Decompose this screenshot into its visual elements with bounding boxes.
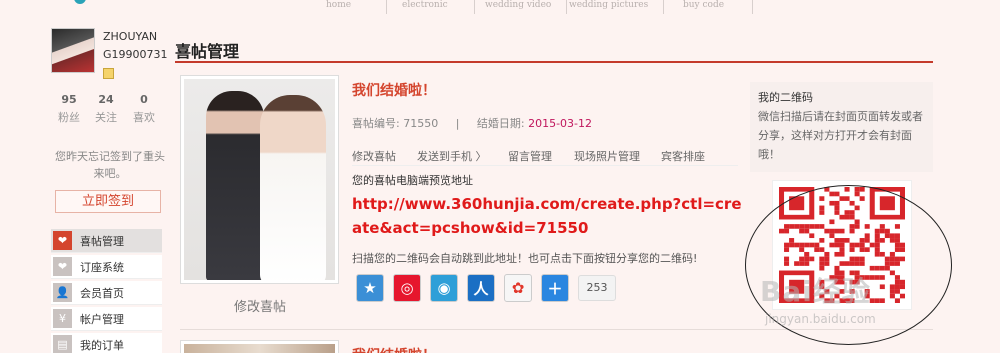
user-icon: 👤 xyxy=(53,283,72,302)
stat-following-label: 关注 xyxy=(95,111,117,124)
stat-fans-label: 粉丝 xyxy=(58,111,80,124)
checkin-button[interactable]: 立即签到 xyxy=(55,190,161,213)
username: ZHOUYAN G19900731 xyxy=(103,28,168,64)
nav-wedding-pictures[interactable]: wedding pictures xyxy=(569,0,648,10)
vip-badge-icon xyxy=(103,68,114,79)
site-logo[interactable] xyxy=(74,0,86,4)
sidebar-item-invitations[interactable]: ❤ 喜帖管理 xyxy=(51,229,162,253)
wedding-date-label: 结婚日期: xyxy=(476,117,529,130)
invitation-title[interactable]: 我们结婚啦！ xyxy=(352,80,436,100)
more-share-icon[interactable]: ＋ xyxy=(541,274,569,302)
action-edit-invitation[interactable]: 修改喜帖 xyxy=(352,148,396,164)
qr-title: 我的二维码 xyxy=(758,91,813,104)
preview-url-link[interactable]: http://www.360hunjia.com/create.php?ctl=… xyxy=(352,192,742,240)
action-message-manage[interactable]: 留言管理 xyxy=(508,148,552,164)
heart-icon: ❤ xyxy=(53,257,72,276)
sidebar-item-label: 订座系统 xyxy=(80,260,124,274)
username-line2: G19900731 xyxy=(103,48,168,61)
yen-icon: ¥ xyxy=(53,309,72,328)
sidebar-item-account[interactable]: ¥ 帐户管理 xyxy=(51,307,162,331)
action-send-to-phone[interactable]: 发送到手机 〉 xyxy=(417,148,487,164)
nav-electronic[interactable]: electronic xyxy=(402,0,448,10)
stat-likes-count: 0 xyxy=(140,93,148,106)
invitation-thumbnail[interactable] xyxy=(180,75,339,284)
next-wedding-photo xyxy=(184,344,335,353)
nav-divider xyxy=(566,0,567,14)
nav-divider xyxy=(474,0,475,14)
share-row: ★ ◎ ◉ 人 ✿ ＋ 253 xyxy=(356,273,616,303)
sidebar-item-label: 我的订单 xyxy=(80,338,124,352)
nav-wedding-video[interactable]: wedding video xyxy=(485,0,551,10)
qr-panel: 我的二维码 微信扫描后请在封面页面转发或者分享，这样对方打开才会有封面哦！ xyxy=(750,82,933,172)
sidebar-item-member-home[interactable]: 👤 会员首页 xyxy=(51,281,162,305)
douban-share-icon[interactable]: ✿ xyxy=(504,274,532,302)
wedding-photo xyxy=(184,79,335,280)
sidebar-item-orders[interactable]: ▤ 我的订单 xyxy=(51,333,162,353)
nav-divider xyxy=(386,0,387,14)
invitation-id: 喜帖编号: 71550 xyxy=(352,117,439,130)
edit-invitation-link[interactable]: 修改喜帖 xyxy=(180,296,340,315)
stat-fans-count: 95 xyxy=(61,93,77,106)
bride-figure xyxy=(260,95,326,280)
sidebar-item-label: 喜帖管理 xyxy=(80,234,124,248)
side-menu: ❤ 喜帖管理 ❤ 订座系统 👤 会员首页 ¥ 帐户管理 ▤ 我的订单 xyxy=(51,229,162,353)
qr-hint: 扫描您的二维码会自动跳到此地址！也可点击下面按钮分享您的二维码! xyxy=(352,252,698,265)
preview-label: 您的喜帖电脑端预览地址 xyxy=(352,174,473,187)
sidebar-item-seating[interactable]: ❤ 订座系统 xyxy=(51,255,162,279)
document-icon: ▤ xyxy=(53,335,72,353)
nav-divider xyxy=(752,0,753,14)
post-divider xyxy=(180,329,933,330)
sidebar-item-label: 会员首页 xyxy=(80,286,124,300)
heart-icon: ❤ xyxy=(53,231,72,250)
wedding-date: 2015-03-12 xyxy=(528,117,593,130)
action-guest-seating[interactable]: 宾客排座 xyxy=(661,148,705,164)
watermark: Bai经验 xyxy=(760,275,871,308)
checkin-note: 您昨天忘记签到了重头来吧。 xyxy=(55,150,165,180)
username-line1: ZHOUYAN xyxy=(103,30,158,43)
stat-likes-label: 喜欢 xyxy=(133,111,155,124)
stat-following-count: 24 xyxy=(98,93,114,106)
share-count: 253 xyxy=(578,275,616,301)
nav-divider xyxy=(663,0,664,14)
stat-following[interactable]: 24 关注 xyxy=(88,93,124,125)
next-invitation-title[interactable]: 我们结婚啦！ xyxy=(352,345,436,353)
groom-figure xyxy=(206,91,264,280)
watermark-url: jingyan.baidu.com xyxy=(765,312,876,326)
meta-divider: | xyxy=(455,117,460,130)
stat-likes[interactable]: 0 喜欢 xyxy=(126,93,162,125)
next-invitation-thumbnail[interactable] xyxy=(180,340,339,353)
top-nav: home electronic wedding video wedding pi… xyxy=(0,0,1000,14)
action-photo-manage[interactable]: 现场照片管理 xyxy=(574,148,640,164)
title-divider xyxy=(175,61,933,63)
invitation-meta: 喜帖编号: 71550 | 结婚日期: 2015-03-12 xyxy=(352,115,592,131)
sidebar-item-label: 帐户管理 xyxy=(80,312,124,326)
weibo-share-icon[interactable]: ◎ xyxy=(393,274,421,302)
stat-fans[interactable]: 95 粉丝 xyxy=(51,93,87,125)
qr-description: 微信扫描后请在封面页面转发或者分享，这样对方打开才会有封面哦！ xyxy=(758,110,923,161)
avatar[interactable] xyxy=(51,28,95,73)
nav-home[interactable]: home xyxy=(326,0,351,10)
renren-share-icon[interactable]: 人 xyxy=(467,274,495,302)
page-title: 喜帖管理 xyxy=(175,42,240,61)
nav-buy-code[interactable]: buy code xyxy=(683,0,724,10)
qzone-share-icon[interactable]: ★ xyxy=(356,274,384,302)
tencent-weibo-share-icon[interactable]: ◉ xyxy=(430,274,458,302)
actions-divider xyxy=(352,165,738,166)
